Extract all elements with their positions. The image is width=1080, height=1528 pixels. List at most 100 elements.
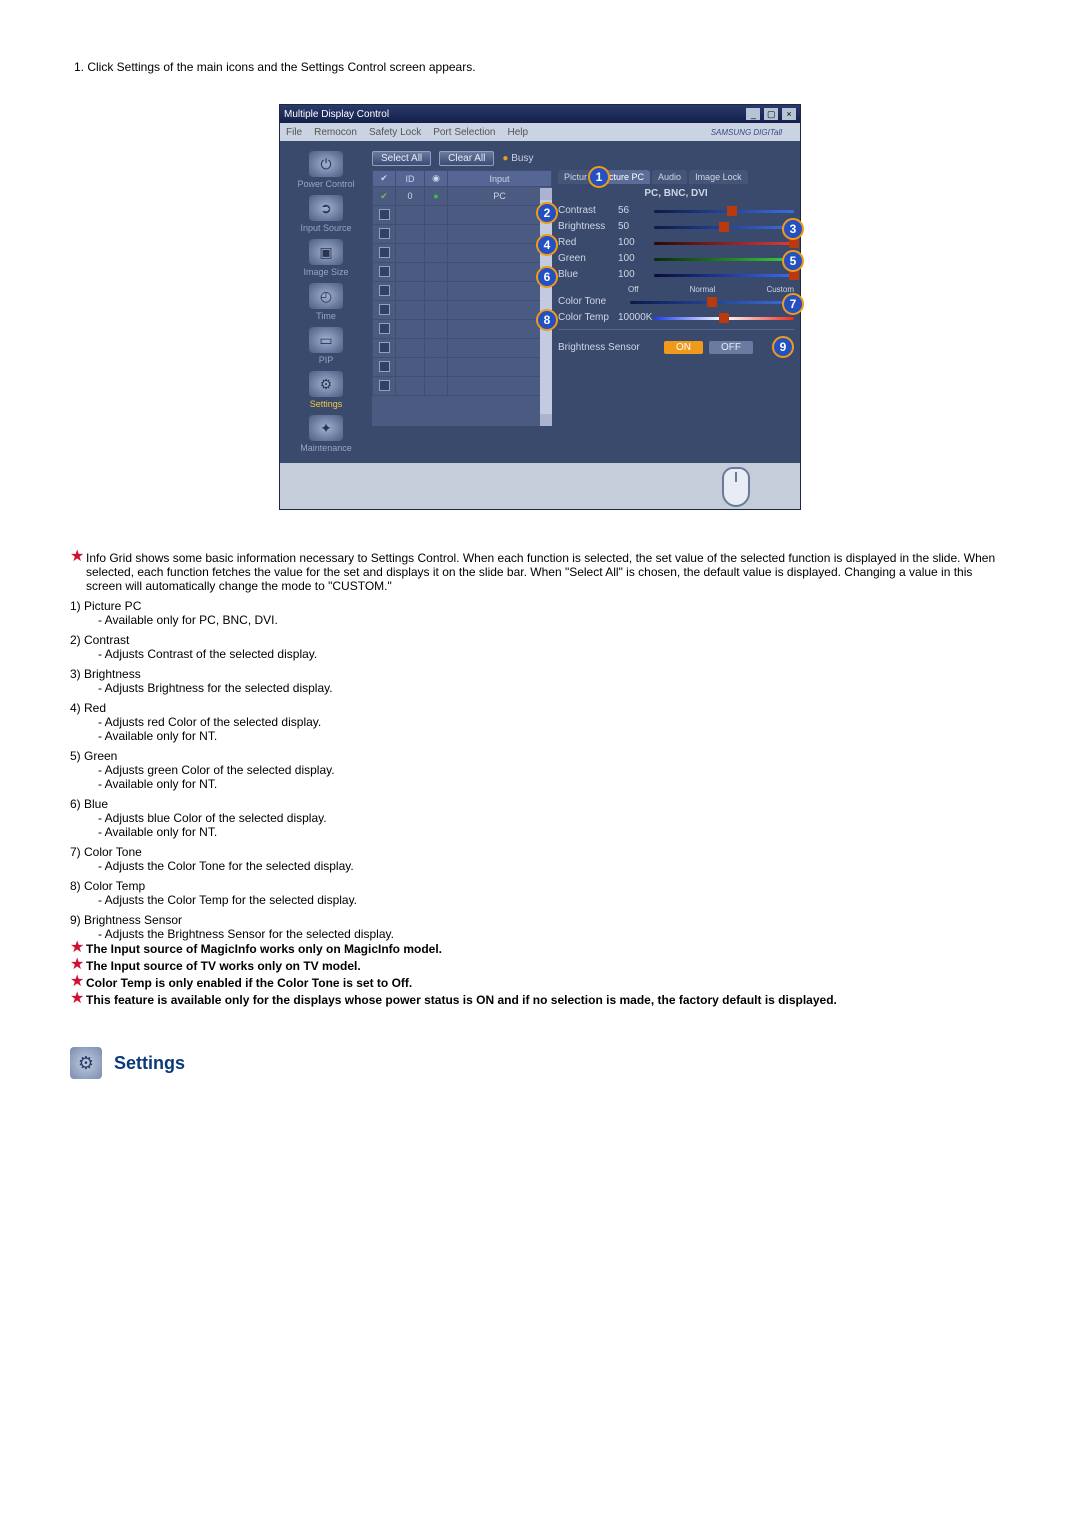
description-block: ★ Info Grid shows some basic information… (70, 550, 1010, 1007)
blue-value: 100 (618, 269, 652, 280)
footer-note: The Input source of MagicInfo works only… (86, 941, 1010, 956)
color-tone-slider[interactable] (630, 297, 794, 307)
table-row[interactable] (373, 320, 552, 339)
callout-3: 3 (782, 218, 804, 240)
footer-note: Color Temp is only enabled if the Color … (86, 975, 1010, 990)
brightness-slider[interactable] (654, 222, 794, 232)
note-subline: - Available only for NT. (98, 729, 1010, 743)
red-slider[interactable] (654, 238, 794, 248)
sidebar-item-label: Image Size (286, 267, 366, 277)
color-temp-label: Color Temp (558, 312, 618, 323)
sidebar-item-input-source[interactable]: ➲Input Source (286, 195, 366, 233)
app-footer (280, 463, 800, 509)
sidebar-icon: ⏻ (309, 151, 343, 177)
blue-row: 6 Blue 100 (558, 269, 794, 280)
note-subline: - Available only for NT. (98, 777, 1010, 791)
brightness-sensor-row: Brightness Sensor ON OFF 9 (558, 336, 794, 358)
busy-dot-icon: ● (502, 153, 508, 164)
table-row[interactable] (373, 339, 552, 358)
ctone-off: Off (628, 285, 639, 294)
color-temp-value: 10000K (618, 312, 652, 323)
sidebar-item-image-size[interactable]: ▣Image Size (286, 239, 366, 277)
color-tone-label: Color Tone (558, 296, 628, 307)
note-subline: - Adjusts the Color Tone for the selecte… (98, 859, 1010, 873)
red-row: 4 Red 100 (558, 237, 794, 248)
note-subline: - Adjusts Contrast of the selected displ… (98, 647, 1010, 661)
section-heading: ⚙ Settings (70, 1047, 1010, 1079)
section-heading-text: Settings (114, 1053, 185, 1074)
table-row[interactable] (373, 244, 552, 263)
green-label: Green (558, 253, 618, 264)
ctone-normal: Normal (690, 285, 716, 294)
menu-help[interactable]: Help (507, 127, 528, 138)
note-heading: 6) Blue (70, 797, 1010, 811)
note-heading: 9) Brightness Sensor (70, 913, 1010, 927)
mouse-icon (722, 467, 750, 507)
divider (558, 329, 794, 330)
color-temp-slider[interactable] (654, 313, 794, 323)
table-row[interactable] (373, 282, 552, 301)
brightness-sensor-off-button[interactable]: OFF (709, 341, 753, 354)
sidebar-item-power-control[interactable]: ⏻Power Control (286, 151, 366, 189)
green-slider[interactable] (654, 254, 794, 264)
note-subline: - Available only for PC, BNC, DVI. (98, 613, 1010, 627)
sidebar-item-maintenance[interactable]: ✦Maintenance (286, 415, 366, 453)
screenshot: Multiple Display Control _ ▢ × File Remo… (70, 104, 1010, 510)
brand-logo: SAMSUNG DIGITall (711, 128, 782, 137)
note-subline: - Available only for NT. (98, 825, 1010, 839)
menu-remocon[interactable]: Remocon (314, 127, 357, 138)
intro-line: 1. Click Settings of the main icons and … (74, 60, 1010, 74)
color-tone-row: Color Tone 7 (558, 296, 794, 307)
star-icon: ★ (70, 958, 86, 973)
window-buttons: _ ▢ × (745, 108, 796, 120)
brightness-row: Brightness 50 3 (558, 221, 794, 232)
note-subline: - Adjusts the Color Temp for the selecte… (98, 893, 1010, 907)
close-icon[interactable]: × (782, 108, 796, 120)
tab-image-lock[interactable]: Image Lock (689, 170, 748, 184)
sidebar-item-label: Maintenance (286, 443, 366, 453)
callout-7: 7 (782, 293, 804, 315)
clear-all-button[interactable]: Clear All (439, 151, 494, 166)
table-row[interactable] (373, 263, 552, 282)
cell-input: PC (448, 187, 552, 206)
table-row[interactable]: ✔ 0 ● PC (373, 187, 552, 206)
brightness-label: Brightness (558, 221, 618, 232)
menu-port-selection[interactable]: Port Selection (433, 127, 495, 138)
tab-audio[interactable]: Audio (652, 170, 687, 184)
sidebar-icon: ◴ (309, 283, 343, 309)
menu-file[interactable]: File (286, 127, 302, 138)
titlebar: Multiple Display Control _ ▢ × (280, 105, 800, 123)
select-all-button[interactable]: Select All (372, 151, 431, 166)
note-heading: 5) Green (70, 749, 1010, 763)
menu-safety-lock[interactable]: Safety Lock (369, 127, 421, 138)
brightness-sensor-label: Brightness Sensor (558, 342, 658, 353)
note-heading: 8) Color Temp (70, 879, 1010, 893)
blue-slider[interactable] (654, 270, 794, 280)
contrast-label: Contrast (558, 205, 618, 216)
grid-header-check: ✔ (373, 171, 396, 187)
color-temp-row: 8 Color Temp 10000K (558, 312, 794, 323)
table-row[interactable] (373, 225, 552, 244)
contrast-slider[interactable] (654, 206, 794, 216)
settings-section-icon: ⚙ (70, 1047, 102, 1079)
maximize-icon[interactable]: ▢ (764, 108, 778, 120)
table-row[interactable] (373, 358, 552, 377)
sidebar-item-time[interactable]: ◴ Time (286, 283, 366, 321)
footer-note: This feature is available only for the d… (86, 992, 1010, 1007)
brightness-value: 50 (618, 221, 652, 232)
sidebar-item-pip[interactable]: ▭PIP (286, 327, 366, 365)
sidebar-item-label: Time (286, 311, 366, 321)
footer-note: The Input source of TV works only on TV … (86, 958, 1010, 973)
note-heading: 2) Contrast (70, 633, 1010, 647)
table-row[interactable] (373, 301, 552, 320)
note-subline: - Adjusts red Color of the selected disp… (98, 715, 1010, 729)
table-row[interactable] (373, 377, 552, 396)
menubar: File Remocon Safety Lock Port Selection … (280, 123, 800, 141)
green-row: Green 100 5 (558, 253, 794, 264)
brightness-sensor-on-button[interactable]: ON (664, 341, 703, 354)
sidebar-item-settings[interactable]: ⚙Settings (286, 371, 366, 409)
minimize-icon[interactable]: _ (746, 108, 760, 120)
note-subline: - Adjusts Brightness for the selected di… (98, 681, 1010, 695)
table-row[interactable] (373, 206, 552, 225)
star-icon: ★ (70, 975, 86, 990)
